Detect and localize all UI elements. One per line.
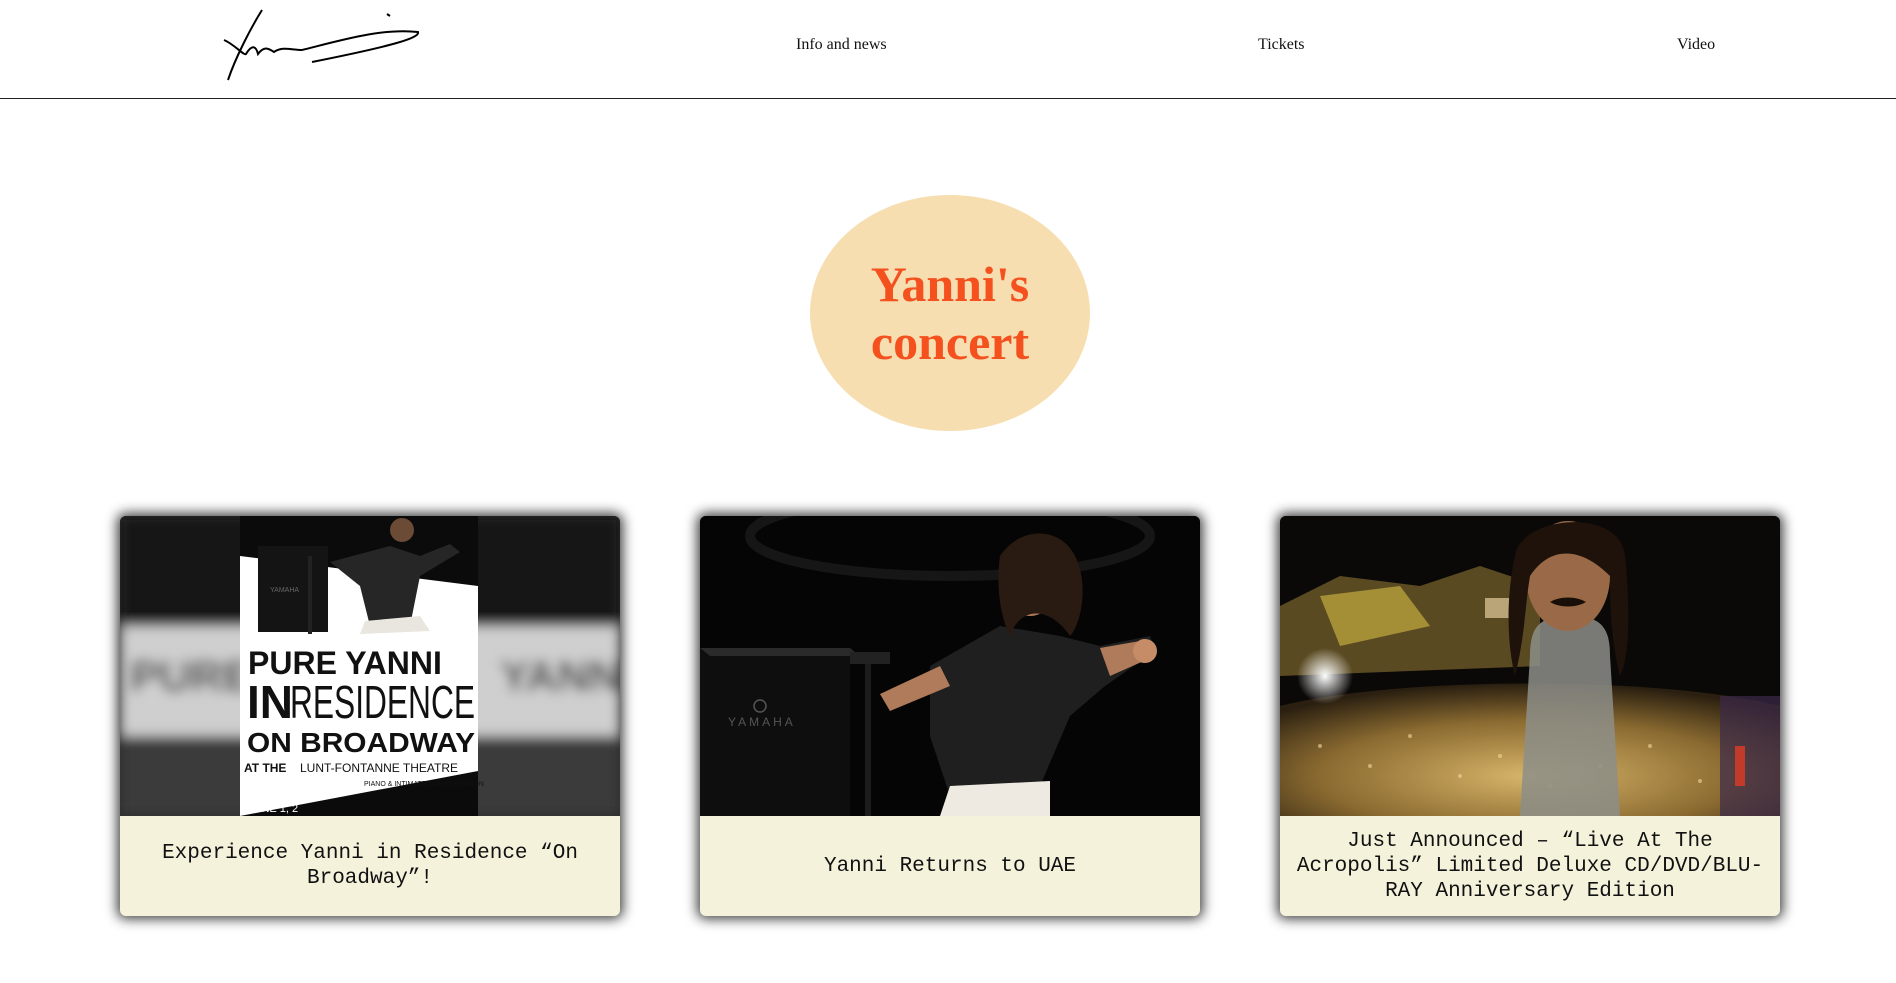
svg-text:YAMAHA: YAMAHA (270, 587, 299, 594)
poster-line-dates-may: MAY 28, 29, 31 (248, 791, 323, 803)
yanni-signature-logo[interactable] (222, 6, 422, 84)
nav-tickets-link[interactable]: Tickets (1258, 36, 1305, 54)
page-title: Yanni's concert (870, 256, 1030, 370)
acropolis-concert-image (1280, 516, 1780, 816)
nav-video-link[interactable]: Video (1677, 36, 1715, 54)
broadway-poster-image: PURE Y YANN YAMAHA PURE YANNI IN RESIDEN… (120, 516, 620, 816)
piano-brand-text: YAMAHA (728, 715, 796, 729)
poster-line-dates-june: JUNE 1, 2 (248, 803, 298, 815)
poster-line-at-the: AT THE (244, 761, 286, 775)
poster-line-theatre: LUNT-FONTANNE THEATRE (300, 761, 458, 775)
card-caption[interactable]: Yanni Returns to UAE (700, 816, 1200, 916)
poster-line-in: IN (247, 676, 293, 728)
site-header: Info and news Tickets Video (0, 0, 1896, 99)
poster-line-subtitle: PIANO & INTIMATE CONVERSATION (364, 781, 484, 788)
news-card-broadway[interactable]: PURE Y YANN YAMAHA PURE YANNI IN RESIDEN… (120, 516, 620, 916)
yanni-piano-image: YAMAHA (700, 516, 1200, 816)
card-caption[interactable]: Experience Yanni in Residence “On Broadw… (120, 816, 620, 916)
hero-bubble: Yanni's concert (810, 195, 1090, 431)
card-caption[interactable]: Just Announced – “Live At The Acropolis”… (1280, 816, 1780, 916)
svg-text:YANN: YANN (500, 652, 620, 701)
poster-line-residence: RESIDENCE (290, 676, 475, 728)
nav-info-and-news-link[interactable]: Info and news (796, 36, 887, 54)
news-card-uae[interactable]: YAMAHA Yanni Returns to UAE (700, 516, 1200, 916)
news-card-acropolis[interactable]: Just Announced – “Live At The Acropolis”… (1280, 516, 1780, 916)
poster-line-on-broadway: ON BROADWAY (247, 727, 475, 758)
